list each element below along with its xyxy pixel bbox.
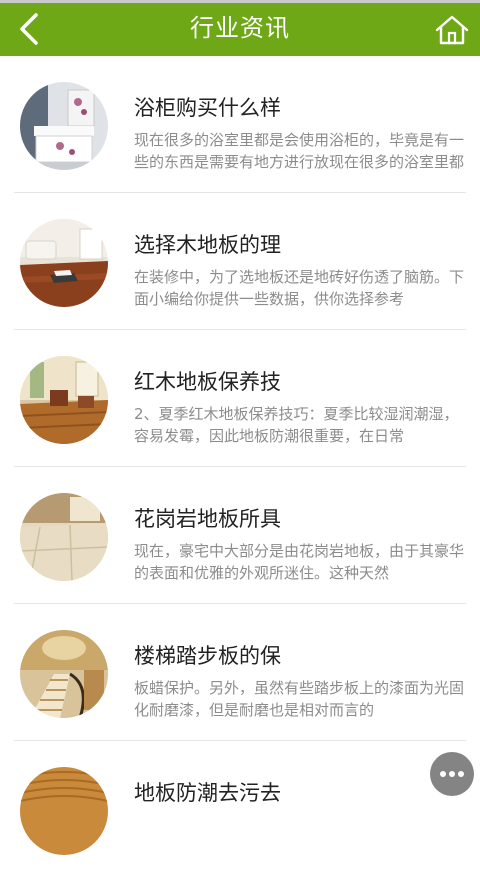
news-list: 浴柜购买什么样 现在很多的浴室里都是会使用浴柜的，毕竟是有一些的东西是需要有地方… <box>0 56 480 878</box>
article-summary: 2、夏季红木地板保养技巧：夏季比较湿润潮湿，容易发霉，因此地板防潮很重要，在日常 <box>134 405 459 445</box>
article-summary: 现在，豪宅中大部分是由花岗岩地板，由于其豪华的表面和优雅的外观所迷住。这种天然 <box>134 542 465 582</box>
article-title: 红木地板保养技 <box>134 370 281 394</box>
list-item[interactable]: 红木地板保养技 2、夏季红木地板保养技巧：夏季比较湿润潮湿，容易发霉，因此地板防… <box>0 330 480 467</box>
article-thumbnail <box>20 767 108 855</box>
article-thumbnail <box>20 82 108 170</box>
article-thumbnail <box>20 493 108 581</box>
home-button[interactable] <box>434 12 470 48</box>
article-summary <box>134 814 468 858</box>
article-thumbnail <box>20 356 108 444</box>
article-summary: 板蜡保护。另外，虽然有些踏步板上的漆面为光固化耐磨漆，但是耐磨也是相对而言的 <box>134 679 465 719</box>
more-dots-icon <box>458 771 464 777</box>
list-item[interactable]: 楼梯踏步板的保 板蜡保护。另外，虽然有些踏步板上的漆面为光固化耐磨漆，但是耐磨也… <box>0 604 480 741</box>
page-title: 行业资讯 <box>190 14 290 42</box>
list-item[interactable]: 花岗岩地板所具 现在，豪宅中大部分是由花岗岩地板，由于其豪华的表面和优雅的外观所… <box>0 467 480 604</box>
more-button[interactable] <box>430 752 474 796</box>
home-icon <box>435 15 469 45</box>
app-header: 行业资讯 <box>0 3 480 56</box>
article-title: 花岗岩地板所具 <box>134 507 281 531</box>
article-title: 选择木地板的理 <box>134 233 281 257</box>
more-dots-icon <box>440 771 446 777</box>
article-title: 楼梯踏步板的保 <box>134 644 281 668</box>
article-thumbnail <box>20 630 108 718</box>
article-summary: 在装修中，为了选地板还是地砖好伤透了脑筋。下面小编给你提供一些数据，供你选择参考 <box>134 268 465 308</box>
more-dots-icon <box>449 771 455 777</box>
list-item[interactable]: 选择木地板的理 在装修中，为了选地板还是地砖好伤透了脑筋。下面小编给你提供一些数… <box>0 193 480 330</box>
article-summary: 现在很多的浴室里都是会使用浴柜的，毕竟是有一些的东西是需要有地方进行放现在很多的… <box>134 131 465 171</box>
list-item[interactable]: 地板防潮去污去 <box>0 741 480 878</box>
article-thumbnail <box>20 219 108 307</box>
article-title: 浴柜购买什么样 <box>134 96 281 120</box>
article-title: 地板防潮去污去 <box>134 781 281 805</box>
list-item[interactable]: 浴柜购买什么样 现在很多的浴室里都是会使用浴柜的，毕竟是有一些的东西是需要有地方… <box>0 56 480 193</box>
